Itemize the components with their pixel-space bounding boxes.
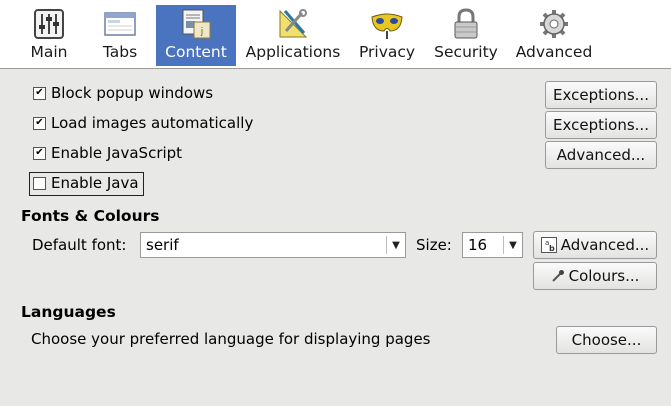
preferences-toolbar: Main Tabs j Content Applications Privacy… [0,0,671,69]
block-popups-label: Block popup windows [51,84,214,102]
eyedropper-icon [551,270,564,282]
enable-javascript-label: Enable JavaScript [51,144,183,162]
tab-applications[interactable]: Applications [243,5,343,66]
button-label: Exceptions... [553,86,649,104]
tab-label: Main [30,43,68,61]
checkbox-checked-icon: ✔ [33,116,46,130]
gear-icon [540,10,568,38]
button-label: Exceptions... [553,116,649,134]
tab-label: Security [434,43,498,61]
enable-java-label: Enable Java [51,174,139,192]
popup-exceptions-button[interactable]: Exceptions... [545,81,657,109]
tab-label: Tabs [102,43,138,61]
choose-languages-button[interactable]: Choose... [556,326,657,354]
button-label: Advanced... [556,146,646,164]
enable-java-checkbox[interactable]: Enable Java [33,174,139,192]
default-font-select[interactable]: serif ▼ [140,232,406,258]
default-font-value: serif [146,236,179,254]
checkbox-checked-icon: ✔ [33,146,46,160]
tab-label: Privacy [358,43,416,61]
font-size-value: 16 [468,236,488,254]
size-label: Size: [416,236,452,254]
tab-security[interactable]: Security [430,5,502,66]
button-label: Advanced... [560,236,650,254]
button-label: Choose... [571,331,642,349]
languages-heading: Languages [21,303,116,321]
button-label: Colours... [568,267,640,285]
tab-content[interactable]: j Content [156,5,236,66]
javascript-advanced-button[interactable]: Advanced... [545,141,657,169]
tab-privacy[interactable]: Privacy [356,5,418,66]
checkbox-checked-icon: ✔ [33,86,46,100]
images-exceptions-button[interactable]: Exceptions... [545,111,657,139]
load-images-checkbox[interactable]: ✔ Load images automatically [33,114,253,132]
default-font-label: Default font: [32,236,127,254]
checkbox-unchecked-icon [33,176,46,190]
load-images-label: Load images automatically [51,114,254,132]
dropdown-arrow-icon: ▼ [509,239,517,251]
tab-label: Applications [245,43,341,61]
tab-tabs[interactable]: Tabs [92,5,148,66]
svg-text:j: j [200,27,204,37]
sliders-icon [34,9,64,39]
fonts-advanced-button[interactable]: a b Advanced... [533,231,657,259]
languages-description: Choose your preferred language for displ… [31,330,431,348]
tab-label: Content [165,43,227,61]
font-size-select[interactable]: 16 ▼ [462,232,523,258]
dropdown-arrow-icon: ▼ [392,239,400,251]
svg-text:b: b [549,244,555,253]
enable-javascript-checkbox[interactable]: ✔ Enable JavaScript [33,144,182,162]
colours-button[interactable]: Colours... [533,262,657,290]
applications-tools-icon [279,9,308,38]
tabs-window-icon [104,12,136,36]
tab-advanced[interactable]: Advanced [512,5,596,66]
padlock-icon [454,8,478,39]
fonts-colours-heading: Fonts & Colours [21,207,160,225]
font-icon: a b [540,237,557,253]
content-page-icon: j [182,9,211,39]
block-popups-checkbox[interactable]: ✔ Block popup windows [33,84,213,102]
tab-label: Advanced [515,43,593,61]
tab-main[interactable]: Main [20,5,78,66]
privacy-mask-icon [371,13,403,39]
